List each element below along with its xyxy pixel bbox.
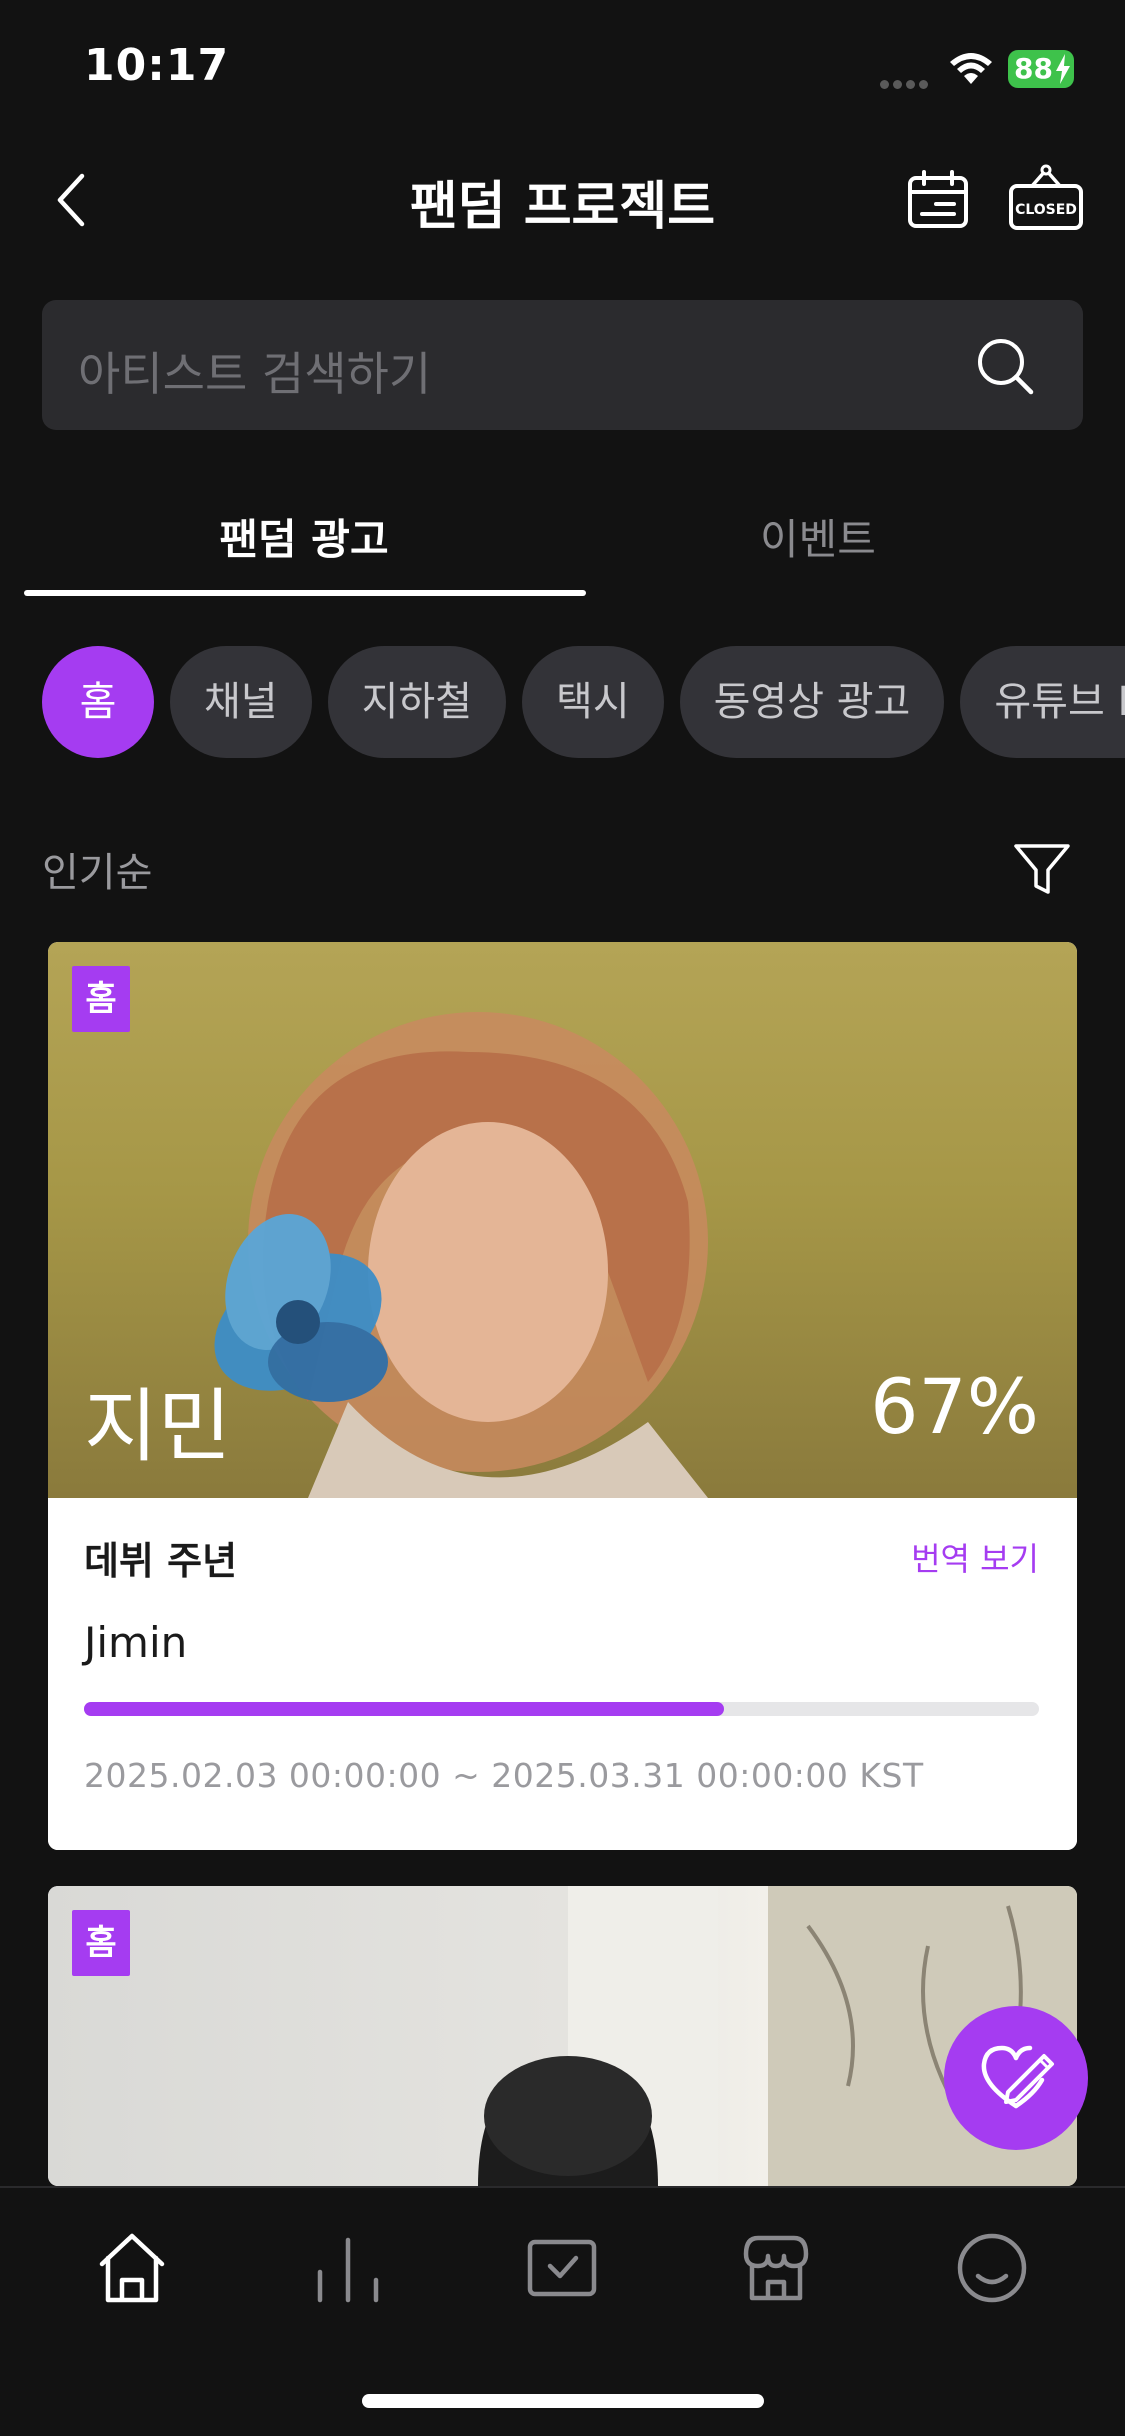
battery-level: 88 [1014, 52, 1053, 85]
tab-events[interactable]: 이벤트 [608, 506, 1028, 567]
filter-icon[interactable] [1012, 840, 1072, 900]
tab-active-indicator [24, 590, 586, 596]
chip-video-ad[interactable]: 동영상 광고 [679, 646, 945, 758]
wifi-icon [950, 53, 992, 84]
card-image: 홈 지민 67% [48, 942, 1077, 1498]
chip-subway[interactable]: 지하철 [327, 646, 507, 758]
vote-box-icon[interactable] [522, 2228, 602, 2308]
home-icon[interactable] [92, 2228, 172, 2308]
battery-indicator: 88 [1008, 50, 1074, 88]
translate-link[interactable]: 번역 보기 [911, 1534, 1039, 1580]
progress-fill [84, 1702, 724, 1716]
chip-taxi[interactable]: 택시 [522, 646, 664, 758]
charging-bolt-icon [1056, 54, 1070, 84]
card-body: 데뷔 주년 번역 보기 Jimin 2025.02.03 00:00:00 ~ … [48, 1498, 1077, 1850]
status-time: 10:17 [84, 40, 230, 91]
search-icon[interactable] [975, 336, 1035, 396]
status-bar: 10:17 88 [0, 0, 1125, 130]
chip-home[interactable]: 홈 [42, 646, 154, 758]
category-tag: 홈 [72, 966, 130, 1032]
artist-name: 지민 [84, 1380, 232, 1473]
project-dates: 2025.02.03 00:00:00 ~ 2025.03.31 00:00:0… [84, 1756, 924, 1795]
smile-icon[interactable] [952, 2228, 1032, 2308]
closed-sign-label: CLOSED [1015, 202, 1077, 218]
calendar-icon[interactable] [906, 168, 970, 232]
chip-channel[interactable]: 채널 [170, 646, 312, 758]
search-placeholder: 아티스트 검색하기 [78, 347, 432, 401]
signal-icon [880, 74, 934, 89]
funding-percent: 67% [870, 1362, 1039, 1451]
tab-fandom-ads[interactable]: 팬덤 광고 [0, 506, 608, 567]
project-title: 데뷔 주년 [84, 1539, 238, 1583]
project-card[interactable]: 홈 [48, 1886, 1077, 2186]
card-image: 홈 [48, 1886, 1077, 2186]
chip-youtube[interactable]: 유튜브 M [960, 646, 1125, 758]
project-subtitle: Jimin [84, 1618, 188, 1667]
progress-bar [84, 1702, 1039, 1716]
category-tag: 홈 [72, 1910, 130, 1976]
search-input[interactable]: 아티스트 검색하기 [42, 300, 1083, 430]
sort-dropdown[interactable]: 인기순 [42, 840, 152, 898]
store-icon[interactable] [736, 2228, 816, 2308]
artist-photo [478, 1886, 1077, 2186]
home-indicator [362, 2394, 764, 2408]
closed-sign-icon[interactable]: CLOSED [1008, 164, 1084, 232]
create-project-button[interactable] [944, 2006, 1088, 2150]
nav-bar: 팬덤 프로젝트 CLOSED [0, 150, 1125, 250]
heart-pen-icon [981, 2045, 1054, 2109]
chart-icon[interactable] [308, 2228, 388, 2308]
category-chips: 홈채널지하철택시동영상 광고유튜브 M [42, 646, 1125, 758]
tab-bar: 팬덤 광고 이벤트 [0, 470, 1125, 600]
project-card[interactable]: 홈 지민 67% 데뷔 주년 번역 보기 Jimin 2025.02.03 00… [48, 942, 1077, 1850]
